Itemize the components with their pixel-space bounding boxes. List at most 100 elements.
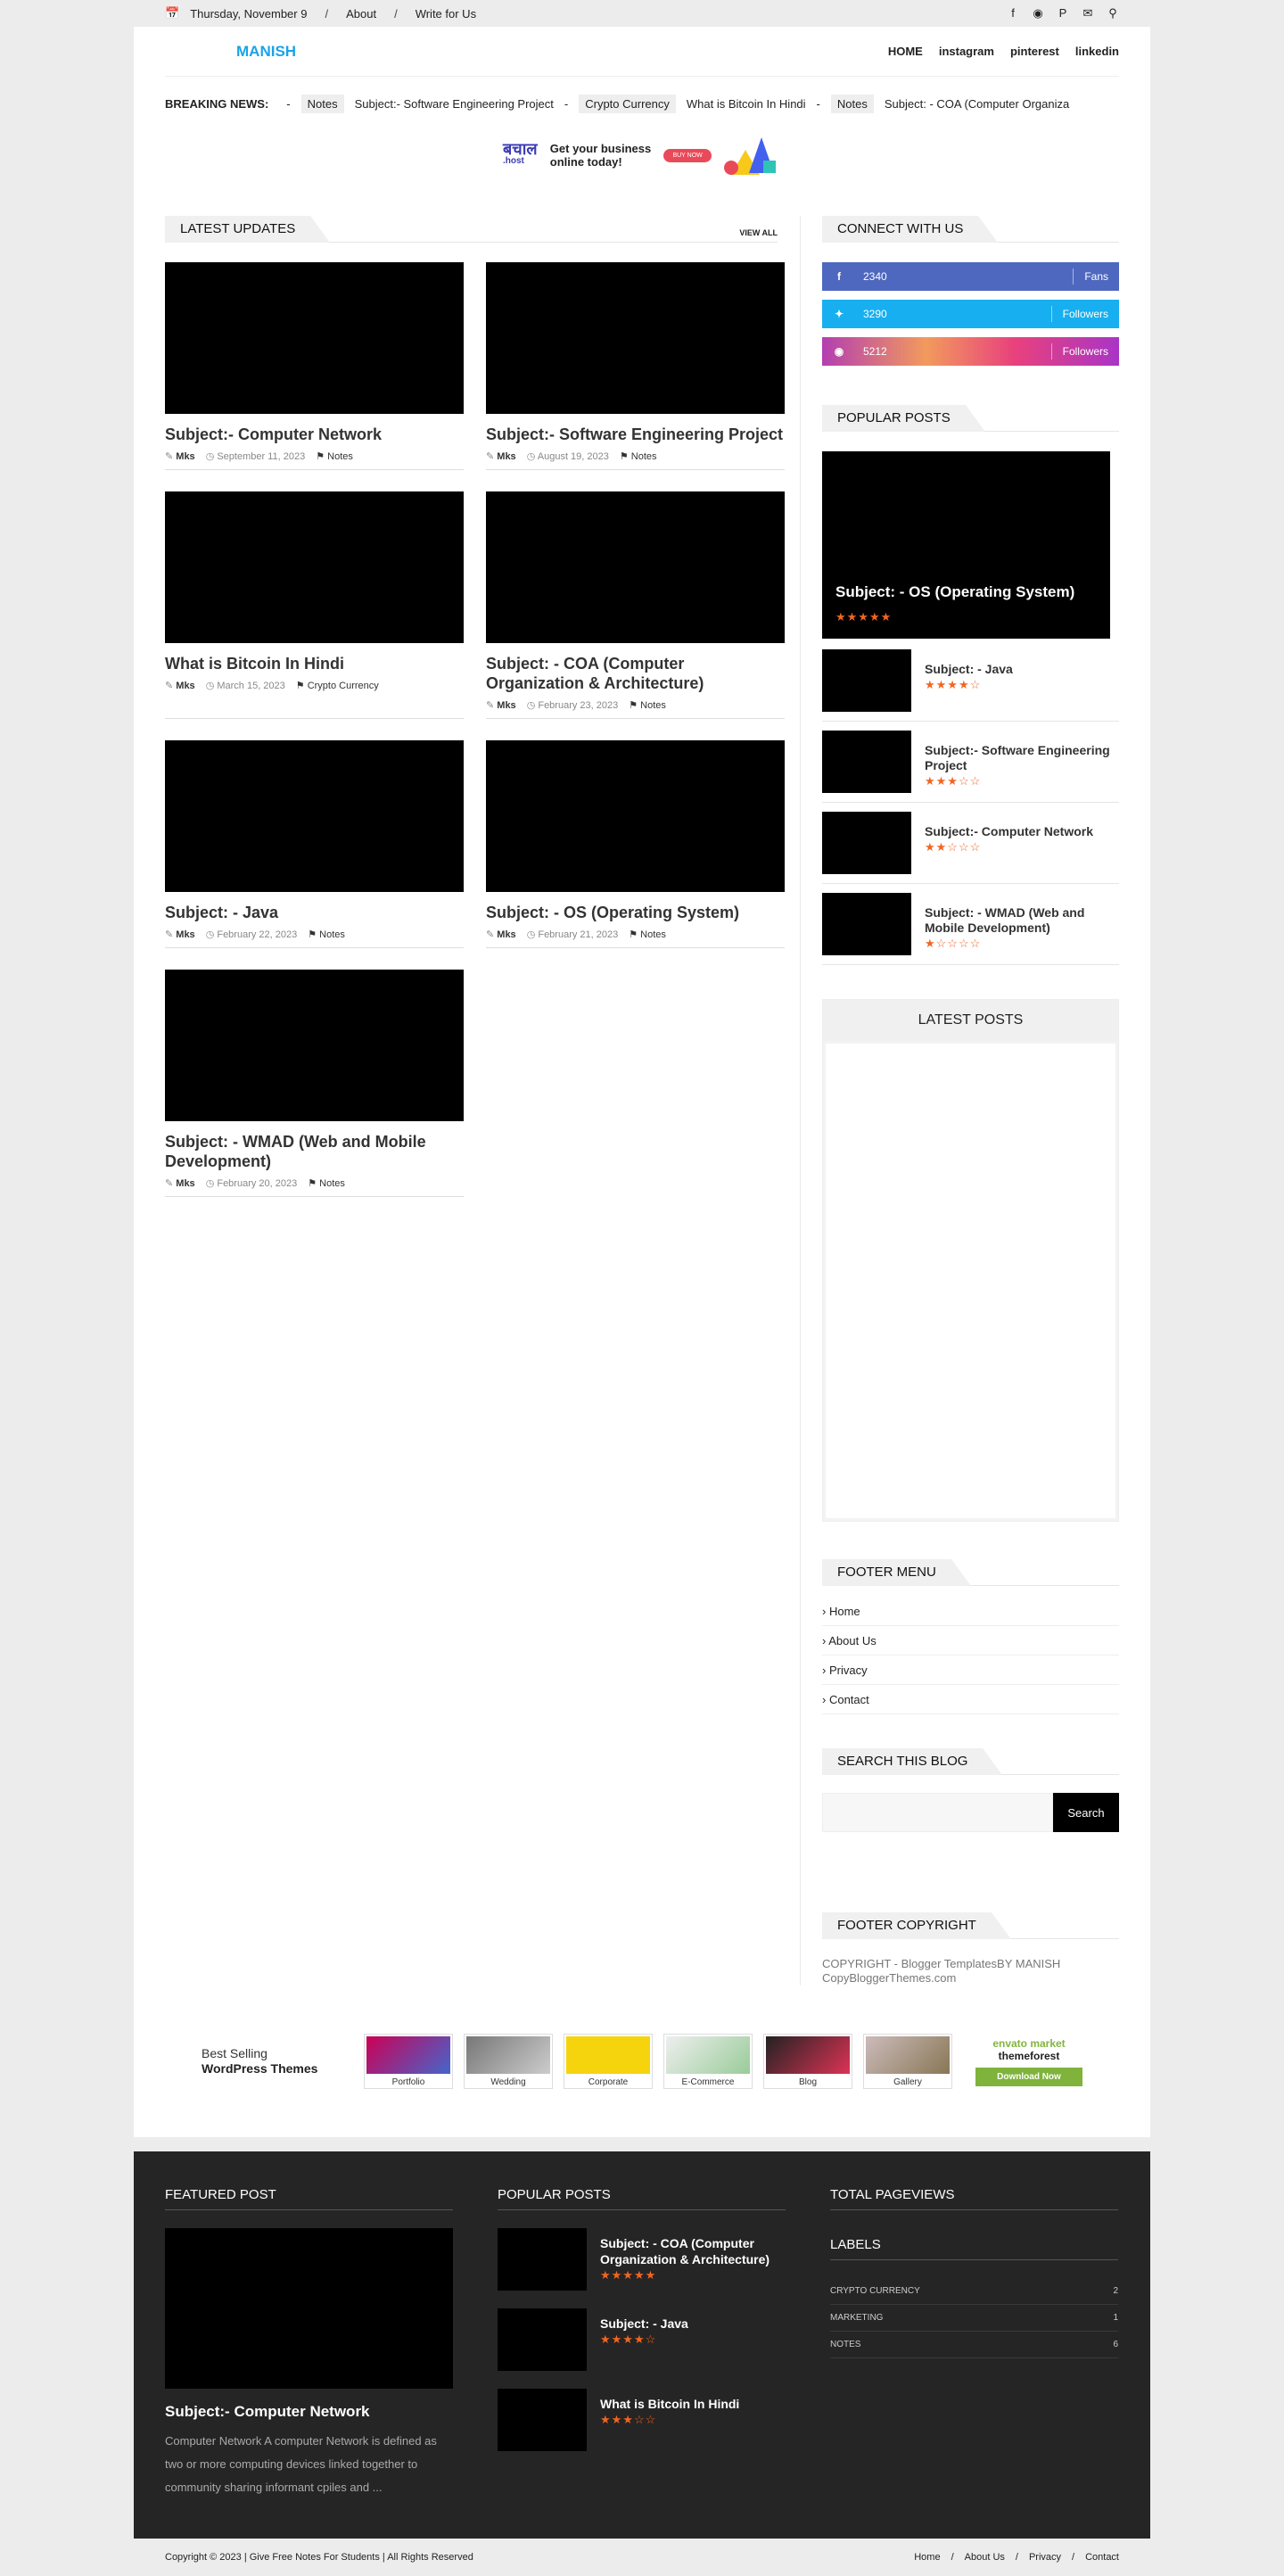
search-input[interactable]	[822, 1793, 1053, 1832]
download-now-button[interactable]: Download Now	[975, 2067, 1082, 2086]
footer-menu-item[interactable]: › Contact	[822, 1685, 1119, 1714]
rating-stars: ★★★★☆	[600, 2332, 657, 2346]
post-author[interactable]: ✎ Mks	[486, 929, 516, 940]
ad-buy-button[interactable]: BUY NOW	[663, 148, 712, 162]
ad-brand-logo: बचाल .host	[503, 140, 538, 166]
search-icon[interactable]: ⚲	[1107, 6, 1119, 21]
bottom-link-privacy[interactable]: Privacy	[1029, 2552, 1061, 2563]
footer-popular-item: What is Bitcoin In Hindi ★★★☆☆	[498, 2389, 786, 2451]
site-logo[interactable]: MANISH	[236, 43, 296, 61]
post-card: What is Bitcoin In Hindi ✎ Mks ◷ March 1…	[165, 491, 464, 719]
wordpress-themes-ad[interactable]: Best Selling WordPress Themes Portfolio …	[165, 1986, 1119, 2137]
post-title[interactable]: Subject: - OS (Operating System)	[486, 903, 785, 922]
top-link-about[interactable]: About	[346, 7, 376, 21]
post-label[interactable]: ⚑ Notes	[620, 450, 657, 462]
facebook-counter[interactable]: f 2340 Fans	[822, 262, 1119, 291]
post-author[interactable]: ✎ Mks	[486, 699, 516, 711]
current-date: Thursday, November 9	[190, 6, 308, 21]
bottom-link-about[interactable]: About Us	[965, 2552, 1005, 2563]
post-title[interactable]: Subject:- Computer Network	[165, 425, 464, 444]
popular-thumbnail[interactable]	[822, 731, 911, 793]
popular-thumbnail[interactable]	[822, 812, 911, 874]
view-all-link[interactable]: VIEW ALL	[739, 228, 778, 237]
ticker-item[interactable]: What is Bitcoin In Hindi	[687, 97, 806, 111]
ticker-tag[interactable]: Notes	[830, 94, 874, 113]
pinterest-icon[interactable]: P	[1057, 6, 1069, 21]
post-title[interactable]: What is Bitcoin In Hindi	[165, 654, 464, 673]
breaking-news-label: BREAKING NEWS:	[165, 96, 269, 111]
footer-menu: › Home › About Us › Privacy › Contact	[822, 1597, 1119, 1714]
search-button[interactable]: Search	[1053, 1793, 1119, 1832]
popular-item-title[interactable]: Subject:- Computer Network	[925, 824, 1093, 839]
bottom-link-home[interactable]: Home	[914, 2552, 940, 2563]
post-label[interactable]: ⚑ Notes	[629, 699, 666, 711]
twitter-counter[interactable]: ✦ 3290 Followers	[822, 300, 1119, 328]
post-thumbnail[interactable]	[486, 491, 785, 643]
post-date: ◷ March 15, 2023	[205, 681, 285, 691]
post-author[interactable]: ✎ Mks	[165, 1177, 195, 1189]
popular-item-title[interactable]: Subject: - WMAD (Web and Mobile Developm…	[925, 905, 1119, 936]
footer-popular-thumbnail[interactable]	[498, 2389, 587, 2451]
ticker-item[interactable]: Subject: - COA (Computer Organiza	[885, 97, 1069, 111]
post-title[interactable]: Subject: - WMAD (Web and Mobile Developm…	[165, 1132, 464, 1171]
ticker-tag[interactable]: Notes	[300, 94, 344, 113]
post-title[interactable]: Subject: - Java	[165, 903, 464, 922]
footer-popular-thumbnail[interactable]	[498, 2308, 587, 2371]
nav-instagram[interactable]: instagram	[939, 45, 994, 58]
post-thumbnail[interactable]	[165, 970, 464, 1121]
post-label[interactable]: ⚑ Notes	[316, 450, 353, 462]
popular-item-title[interactable]: Subject:- Software Engineering Project	[925, 743, 1119, 773]
post-label[interactable]: ⚑ Notes	[308, 1177, 345, 1189]
copybloggerthemes-link[interactable]: CopyBloggerThemes.com	[822, 1971, 956, 1985]
facebook-icon[interactable]: f	[1007, 6, 1019, 21]
section-title: LATEST UPDATES	[165, 216, 331, 243]
footer-popular-link[interactable]: What is Bitcoin In Hindi	[600, 2396, 739, 2412]
popular-thumbnail[interactable]	[822, 893, 911, 955]
instagram-icon: ◉	[834, 345, 844, 358]
instagram-counter[interactable]: ◉ 5212 Followers	[822, 337, 1119, 366]
nav-pinterest[interactable]: pinterest	[1010, 45, 1059, 58]
footer-popular-thumbnail[interactable]	[498, 2228, 587, 2291]
post-author[interactable]: ✎ Mks	[165, 929, 195, 940]
footer-popular-link[interactable]: Subject: - Java	[600, 2316, 688, 2332]
post-label[interactable]: ⚑ Notes	[629, 929, 666, 940]
label-item[interactable]: MARKETING 1	[830, 2305, 1118, 2332]
post-title[interactable]: Subject: - COA (Computer Organization & …	[486, 654, 785, 693]
post-title[interactable]: Subject:- Software Engineering Project	[486, 425, 785, 444]
popular-featured[interactable]: Subject: - OS (Operating System) ★★★★★	[822, 451, 1110, 639]
post-author[interactable]: ✎ Mks	[486, 450, 516, 462]
latest-posts-widget: LATEST POSTS	[822, 999, 1119, 1522]
instagram-icon[interactable]: ◉	[1032, 6, 1044, 21]
label-item[interactable]: NOTES 6	[830, 2332, 1118, 2358]
post-label[interactable]: ⚑ Notes	[308, 929, 345, 940]
ticker-item[interactable]: Subject:- Software Engineering Project	[355, 97, 554, 111]
post-author[interactable]: ✎ Mks	[165, 680, 195, 691]
footer-popular-link[interactable]: Subject: - COA (Computer Organization & …	[600, 2235, 786, 2267]
post-author[interactable]: ✎ Mks	[165, 450, 195, 462]
post-thumbnail[interactable]	[486, 740, 785, 892]
rating-stars: ★★★★☆	[925, 678, 982, 691]
footer-menu-item[interactable]: › About Us	[822, 1626, 1119, 1655]
featured-post-link[interactable]: Subject:- Computer Network	[165, 2403, 453, 2421]
ticker-tag[interactable]: Crypto Currency	[579, 94, 676, 113]
nav-linkedin[interactable]: linkedin	[1075, 45, 1119, 58]
popular-thumbnail[interactable]	[822, 649, 911, 712]
footer-menu-item[interactable]: › Privacy	[822, 1655, 1119, 1685]
popular-featured-title[interactable]: Subject: - OS (Operating System)	[835, 583, 1074, 601]
post-thumbnail[interactable]	[165, 262, 464, 414]
post-thumbnail[interactable]	[165, 740, 464, 892]
popular-item-title[interactable]: Subject: - Java	[925, 662, 1013, 677]
mail-icon[interactable]: ✉	[1082, 6, 1094, 21]
post-date: ◷ February 21, 2023	[526, 929, 619, 940]
post-thumbnail[interactable]	[165, 491, 464, 643]
blogger-templates-link[interactable]: Blogger Templates	[901, 1957, 997, 1970]
top-link-write-for-us[interactable]: Write for Us	[416, 7, 476, 21]
footer-menu-item[interactable]: › Home	[822, 1597, 1119, 1626]
post-label[interactable]: ⚑ Crypto Currency	[296, 680, 379, 691]
ad-banner[interactable]: बचाल .host Get your business online today…	[499, 132, 785, 178]
label-item[interactable]: CRYPTO CURRENCY 2	[830, 2278, 1118, 2305]
post-thumbnail[interactable]	[486, 262, 785, 414]
nav-home[interactable]: HOME	[888, 45, 923, 58]
featured-thumbnail[interactable]	[165, 2228, 453, 2389]
bottom-link-contact[interactable]: Contact	[1085, 2552, 1119, 2563]
